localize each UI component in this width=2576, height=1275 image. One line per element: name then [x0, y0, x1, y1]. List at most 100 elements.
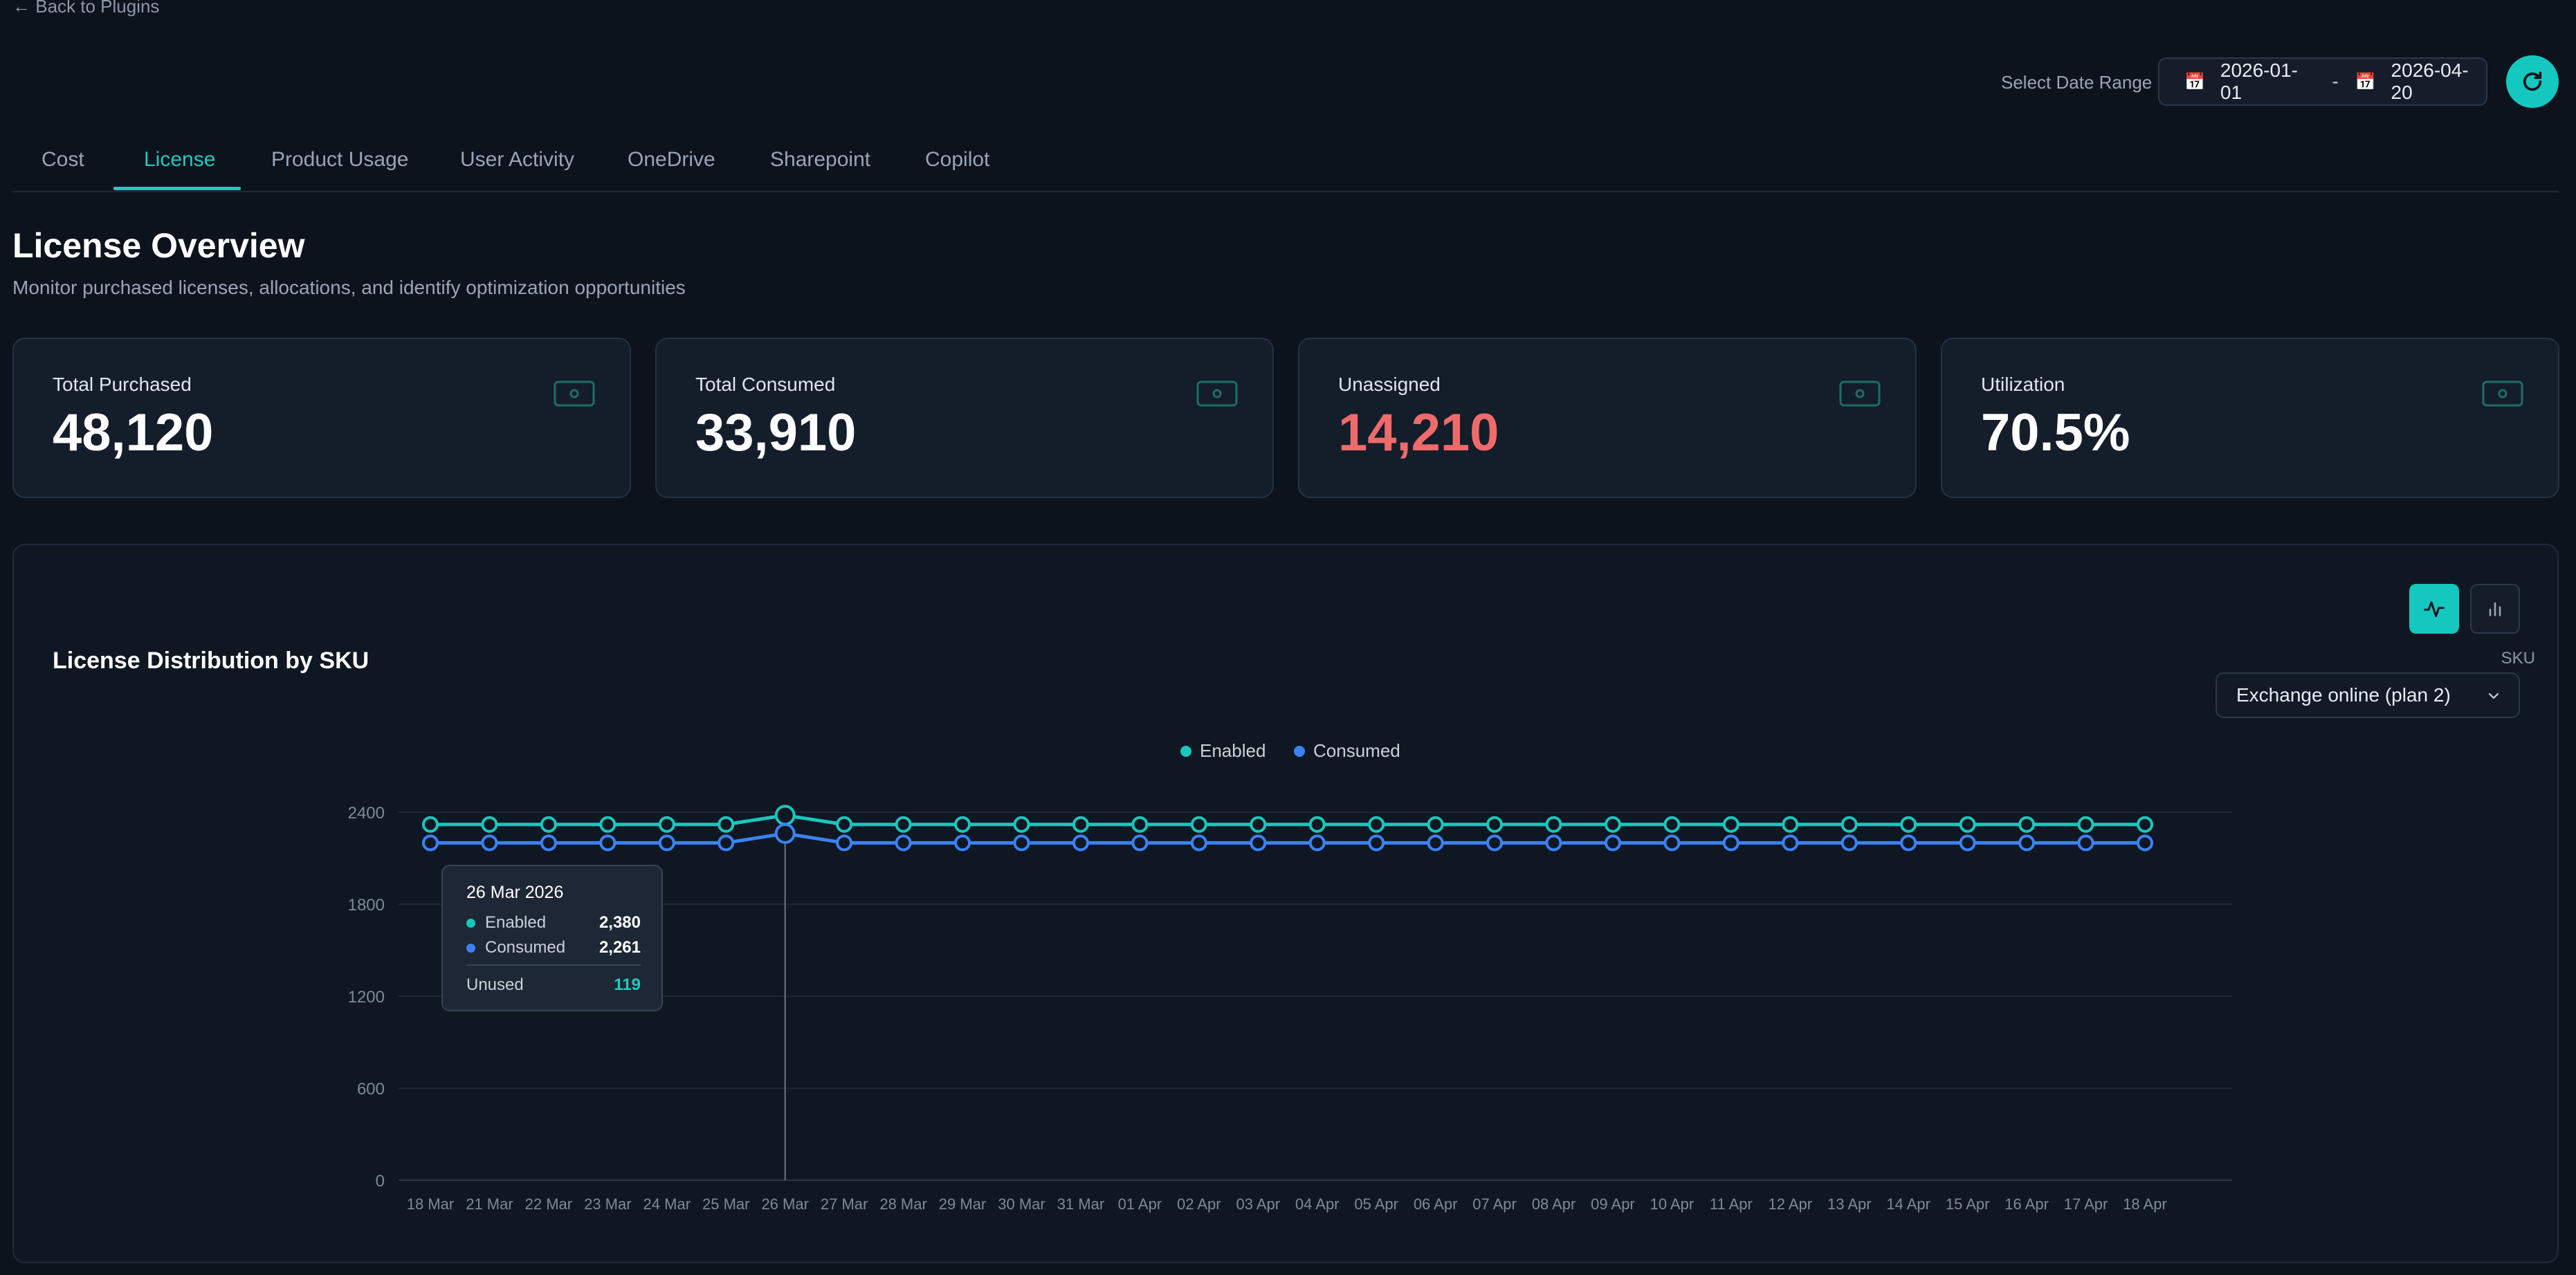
tab-copilot[interactable]: Copilot — [925, 148, 989, 172]
data-point-enabled — [2018, 816, 2036, 833]
data-point-enabled — [1427, 816, 1444, 833]
back-to-plugins-link[interactable]: ← Back to Plugins — [12, 0, 159, 17]
x-tick-label: 04 Apr — [1295, 1195, 1340, 1213]
data-point-enabled — [1959, 816, 1976, 833]
x-tick-label: 07 Apr — [1472, 1195, 1517, 1213]
data-point-consumed — [895, 834, 912, 852]
data-point-consumed — [1190, 834, 1207, 852]
data-point-enabled — [1250, 816, 1267, 833]
data-point-enabled — [1013, 816, 1030, 833]
data-point-consumed — [599, 834, 616, 852]
stat-card-utilization: Utilization 70.5% — [1941, 338, 2559, 498]
x-tick-label: 11 Apr — [1710, 1195, 1753, 1213]
data-point-consumed — [1368, 834, 1385, 852]
x-tick-label: 28 Mar — [879, 1195, 926, 1213]
x-tick-label: 01 Apr — [1118, 1195, 1162, 1213]
x-tick-label: 31 Mar — [1057, 1195, 1104, 1213]
tab-onedrive[interactable]: OneDrive — [628, 148, 715, 172]
data-point-enabled — [422, 816, 439, 833]
y-tick-label: 2400 — [348, 804, 385, 823]
stat-value: 70.5% — [1981, 403, 2130, 462]
tooltip-date: 26 Mar 2026 — [466, 883, 564, 902]
tooltip-series-value: 2,380 — [599, 913, 641, 932]
data-point-enabled — [1722, 816, 1739, 833]
data-point-enabled — [540, 816, 557, 833]
active-tab-indicator — [113, 187, 241, 190]
data-point-consumed — [1308, 834, 1326, 852]
data-point-enabled — [1900, 816, 1917, 833]
x-tick-label: 25 Mar — [702, 1195, 749, 1213]
tooltip-unused: Unused 119 — [466, 975, 641, 995]
data-point-consumed — [658, 834, 675, 852]
x-tick-label: 17 Apr — [2064, 1195, 2108, 1213]
license-line-chart[interactable]: 0 600 1200 1800 2400 18 Mar 21 Mar 22 Mar 23 Mar… — [14, 545, 2557, 1262]
data-point-enabled — [836, 816, 853, 833]
data-point-consumed — [1131, 834, 1149, 852]
stat-card-total-consumed: Total Consumed 33,910 — [655, 338, 1274, 498]
data-point-enabled — [718, 816, 735, 833]
data-point-consumed — [2077, 834, 2094, 852]
tab-license[interactable]: License — [144, 148, 215, 172]
data-point-consumed — [836, 834, 853, 852]
date-range-label: Select Date Range — [2001, 72, 2153, 93]
date-range-picker[interactable]: 📅 2026-01-01 - 📅 2026-04-20 — [2158, 57, 2487, 106]
y-tick-label: 0 — [376, 1172, 385, 1191]
x-tick-label: 23 Mar — [584, 1195, 631, 1213]
x-tick-label: 30 Mar — [998, 1195, 1045, 1213]
data-point-enabled — [954, 816, 971, 833]
x-tick-label: 27 Mar — [821, 1195, 868, 1213]
data-point-enabled — [895, 816, 912, 833]
stat-label: Total Purchased — [53, 374, 192, 395]
x-tick-label: 24 Mar — [643, 1195, 691, 1213]
data-point-consumed — [540, 834, 557, 852]
x-tick-label: 21 Mar — [466, 1195, 513, 1213]
data-point-consumed — [1486, 834, 1504, 852]
money-icon — [1196, 380, 1238, 407]
stat-label: Total Consumed — [695, 374, 836, 395]
date-end[interactable]: 2026-04-20 — [2391, 59, 2486, 104]
x-tick-label: 14 Apr — [1886, 1195, 1930, 1213]
license-distribution-panel: License Distribution by SKU SKU Exchange… — [12, 544, 2559, 1263]
tab-sharepoint[interactable]: Sharepoint — [770, 148, 870, 172]
data-point-consumed — [774, 823, 796, 844]
data-point-consumed — [2137, 834, 2153, 852]
money-icon — [1839, 380, 1881, 407]
tooltip-dot — [466, 918, 475, 928]
tooltip-series-name: Enabled — [485, 913, 547, 932]
tab-product-usage[interactable]: Product Usage — [271, 148, 408, 172]
stat-card-unassigned: Unassigned 14,210 — [1298, 338, 1917, 498]
tab-user-activity[interactable]: User Activity — [460, 148, 574, 172]
data-point-consumed — [1250, 834, 1267, 852]
data-point-consumed — [481, 834, 498, 852]
stat-label: Unassigned — [1338, 374, 1441, 395]
data-point-consumed — [1604, 834, 1621, 852]
y-tick-label: 1800 — [348, 896, 385, 915]
data-point-consumed — [1072, 834, 1089, 852]
date-start[interactable]: 2026-01-01 — [2220, 59, 2315, 104]
x-tick-label: 08 Apr — [1532, 1195, 1576, 1213]
stat-value: 14,210 — [1338, 403, 1499, 462]
tab-bar: Cost License Product Usage User Activity… — [12, 136, 2559, 192]
data-point-enabled — [1190, 816, 1207, 833]
money-icon — [554, 380, 595, 407]
series-line-enabled — [430, 813, 2145, 827]
x-tick-label: 26 Mar — [761, 1195, 808, 1213]
tooltip-series-name: Consumed — [485, 938, 566, 957]
stat-value: 33,910 — [695, 403, 857, 462]
x-tick-label: 02 Apr — [1177, 1195, 1221, 1213]
data-point-enabled — [1368, 816, 1385, 833]
x-tick-label: 09 Apr — [1591, 1195, 1635, 1213]
x-tick-label: 18 Mar — [407, 1195, 454, 1213]
data-point-enabled — [1486, 816, 1504, 833]
tab-cost[interactable]: Cost — [42, 148, 84, 172]
data-point-enabled — [1545, 816, 1562, 833]
data-point-enabled — [2077, 816, 2094, 833]
data-point-enabled — [1131, 816, 1149, 833]
data-point-consumed — [718, 834, 735, 852]
tooltip-row-consumed: Consumed 2,261 — [466, 938, 641, 957]
data-point-consumed — [1840, 834, 1858, 852]
refresh-icon — [2523, 71, 2542, 91]
data-point-enabled — [599, 816, 616, 833]
data-point-enabled — [1840, 816, 1858, 833]
refresh-button[interactable] — [2506, 55, 2559, 108]
